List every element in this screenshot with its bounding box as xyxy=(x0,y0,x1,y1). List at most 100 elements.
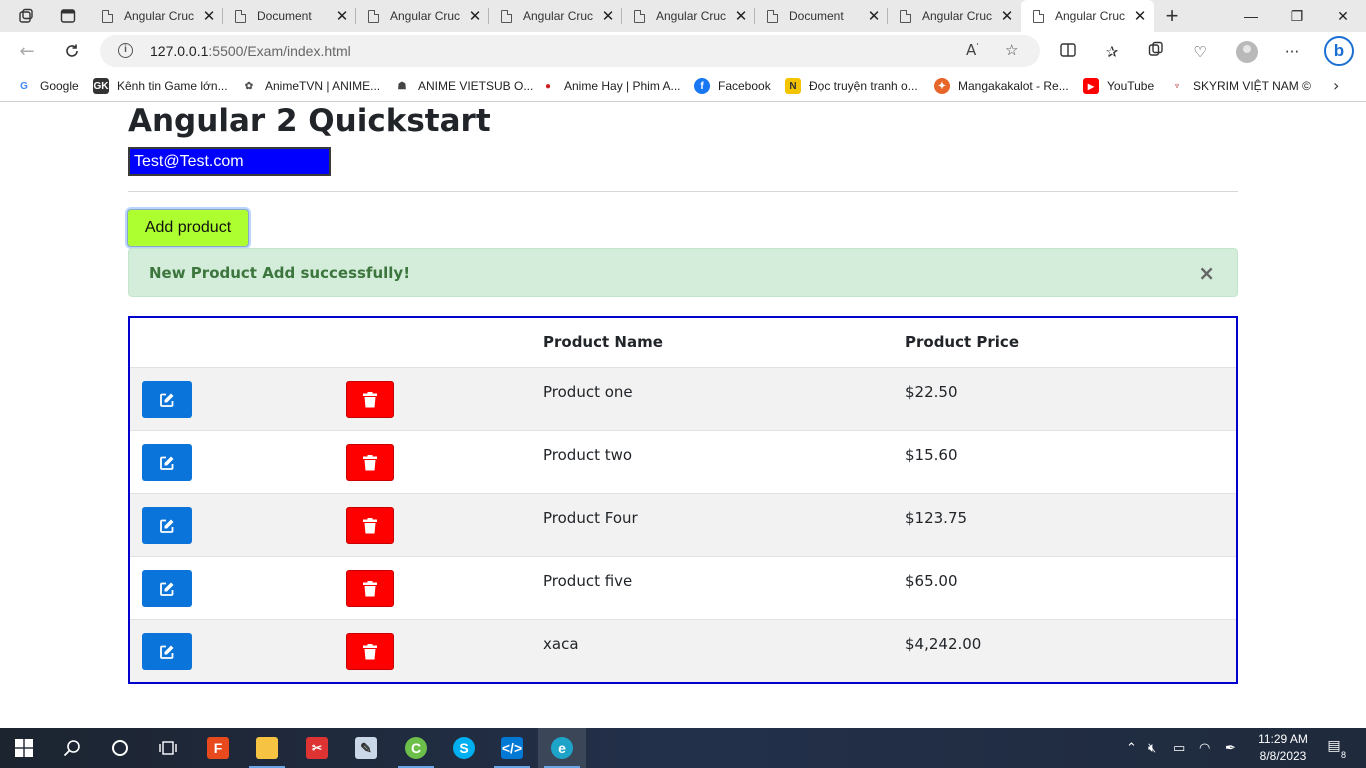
close-icon[interactable]: × xyxy=(1198,261,1215,285)
document-icon xyxy=(501,9,512,23)
tab-label: Document xyxy=(789,9,844,23)
bing-chat-icon[interactable]: b xyxy=(1324,36,1354,66)
browser-toolbar: ← i 127.0.0.1:5500/Exam/index.html Aʼ ☆ … xyxy=(0,32,1366,70)
delete-button[interactable] xyxy=(346,570,394,607)
profile-avatar[interactable] xyxy=(1236,41,1258,63)
tab-actions-icon[interactable] xyxy=(54,4,82,28)
product-name: Product two xyxy=(543,446,633,464)
url-text[interactable]: 127.0.0.1:5500/Exam/index.html xyxy=(150,43,351,59)
favorite-facebook[interactable]: f Facebook xyxy=(694,76,771,96)
cortana-button[interactable] xyxy=(96,728,144,768)
workspaces-icon[interactable] xyxy=(12,4,40,28)
favorite-youtube[interactable]: ▶ YouTube xyxy=(1083,76,1154,96)
edit-button[interactable] xyxy=(142,507,192,544)
divider xyxy=(128,191,1238,192)
close-tab-icon[interactable]: ✕ xyxy=(199,7,219,25)
browser-essentials-icon[interactable]: ♡ xyxy=(1189,41,1211,63)
browser-tab[interactable]: Angular Cruc ✕ xyxy=(888,0,1021,32)
close-tab-icon[interactable]: ✕ xyxy=(864,7,884,25)
browser-tab[interactable]: Document ✕ xyxy=(223,0,356,32)
close-tab-icon[interactable]: ✕ xyxy=(997,7,1017,25)
favorite-animehay[interactable]: ● Anime Hay | Phim A... xyxy=(540,76,681,96)
favorite-gamek[interactable]: GK Kênh tin Game lớn... xyxy=(93,76,228,96)
delete-button[interactable] xyxy=(346,507,394,544)
browser-tab[interactable]: Angular Cruc ✕ xyxy=(489,0,622,32)
table-row: Product one $22.50 xyxy=(130,367,1236,430)
mangakakalot-icon: ✦ xyxy=(934,78,950,94)
favorite-mangakakalot[interactable]: ✦ Mangakakalot - Re... xyxy=(934,76,1069,96)
taskbar-app-skype[interactable]: S xyxy=(440,728,488,768)
more-options-icon[interactable]: ··· xyxy=(1281,41,1303,63)
product-price: $123.75 xyxy=(905,509,968,527)
minimize-button[interactable]: — xyxy=(1228,0,1274,32)
trash-icon xyxy=(363,517,377,533)
taskbar-app-edge[interactable]: e xyxy=(538,728,586,768)
clock-date: 8/8/2023 xyxy=(1259,749,1307,763)
delete-button[interactable] xyxy=(346,381,394,418)
back-icon[interactable]: ← xyxy=(13,37,41,65)
taskbar-app-vscode[interactable]: </> xyxy=(488,728,536,768)
battery-icon[interactable]: ▭ xyxy=(1173,728,1185,768)
trash-icon xyxy=(363,454,377,470)
taskbar-app-paint[interactable]: ✎ xyxy=(342,728,390,768)
edit-button[interactable] xyxy=(142,570,192,607)
header-product-price: Product Price xyxy=(905,333,1019,351)
document-icon xyxy=(368,9,379,23)
refresh-icon[interactable] xyxy=(58,37,86,65)
split-screen-icon[interactable] xyxy=(1057,41,1079,63)
favorite-anime-vietsub[interactable]: ☗ ANIME VIETSUB O... xyxy=(394,76,533,96)
favorites-icon[interactable]: ✰ xyxy=(1101,41,1123,63)
delete-button[interactable] xyxy=(346,444,394,481)
site-info-icon[interactable]: i xyxy=(118,43,133,58)
new-tab-button[interactable]: + xyxy=(1158,2,1186,30)
close-tab-icon[interactable]: ✕ xyxy=(1130,7,1150,25)
pen-icon[interactable]: ✒ xyxy=(1225,728,1236,768)
favorite-skyrim[interactable]: ♆ SKYRIM VIỆT NAM © xyxy=(1169,76,1311,96)
browser-tab[interactable]: Angular Cruc ✕ xyxy=(90,0,223,32)
collections-icon[interactable] xyxy=(1145,41,1167,63)
trash-icon xyxy=(363,643,377,659)
close-tab-icon[interactable]: ✕ xyxy=(332,7,352,25)
taskbar-app-snipping[interactable]: ✂ xyxy=(293,728,341,768)
address-bar[interactable]: i 127.0.0.1:5500/Exam/index.html Aʼ ☆ xyxy=(100,35,1040,67)
task-view-button[interactable] xyxy=(144,728,192,768)
favorite-google[interactable]: G Google xyxy=(16,76,79,96)
taskbar-app-foxit[interactable]: F xyxy=(194,728,242,768)
folder-icon xyxy=(256,737,278,759)
show-hidden-icons[interactable]: ⌃ xyxy=(1126,728,1137,768)
edit-button[interactable] xyxy=(142,381,192,418)
favorite-star-icon[interactable]: ☆ xyxy=(1005,41,1018,59)
close-window-button[interactable]: ✕ xyxy=(1320,0,1366,32)
browser-tab[interactable]: Document ✕ xyxy=(755,0,888,32)
animehay-icon: ● xyxy=(540,78,556,94)
search-button[interactable] xyxy=(48,728,96,768)
browser-tab-active[interactable]: Angular Cruc ✕ xyxy=(1021,0,1154,32)
system-clock[interactable]: 11:29 AM 8/8/2023 xyxy=(1250,731,1316,765)
wifi-icon[interactable]: ◠ xyxy=(1199,728,1210,768)
edit-icon xyxy=(160,393,174,407)
add-product-button[interactable]: Add product xyxy=(127,209,249,247)
favorite-nettruyen[interactable]: N Đọc truyện tranh o... xyxy=(785,76,918,96)
notification-center-icon[interactable]: ▤ 8 xyxy=(1324,738,1346,760)
maximize-button[interactable]: ❐ xyxy=(1274,0,1320,32)
product-price: $22.50 xyxy=(905,383,958,401)
start-button[interactable] xyxy=(0,728,48,768)
favorite-animetvn[interactable]: ✿ AnimeTVN | ANIME... xyxy=(241,76,380,96)
taskbar-app-coccoc[interactable]: C xyxy=(392,728,440,768)
taskbar-app-explorer[interactable] xyxy=(243,728,291,768)
close-tab-icon[interactable]: ✕ xyxy=(598,7,618,25)
browser-tab[interactable]: Angular Cruc ✕ xyxy=(356,0,489,32)
edit-button[interactable] xyxy=(142,444,192,481)
edit-button[interactable] xyxy=(142,633,192,670)
close-tab-icon[interactable]: ✕ xyxy=(465,7,485,25)
close-tab-icon[interactable]: ✕ xyxy=(731,7,751,25)
tab-label: Angular Cruc xyxy=(390,9,461,23)
volume-muted-icon[interactable]: 🔇︎ xyxy=(1148,728,1156,768)
foxit-icon: F xyxy=(207,737,229,759)
chevron-right-icon[interactable]: › xyxy=(1333,76,1339,95)
browser-tab[interactable]: Angular Cruc ✕ xyxy=(622,0,755,32)
read-aloud-icon[interactable]: Aʼ xyxy=(966,41,979,59)
delete-button[interactable] xyxy=(346,633,394,670)
gk-icon: GK xyxy=(93,78,109,94)
skyrim-icon: ♆ xyxy=(1169,78,1185,94)
